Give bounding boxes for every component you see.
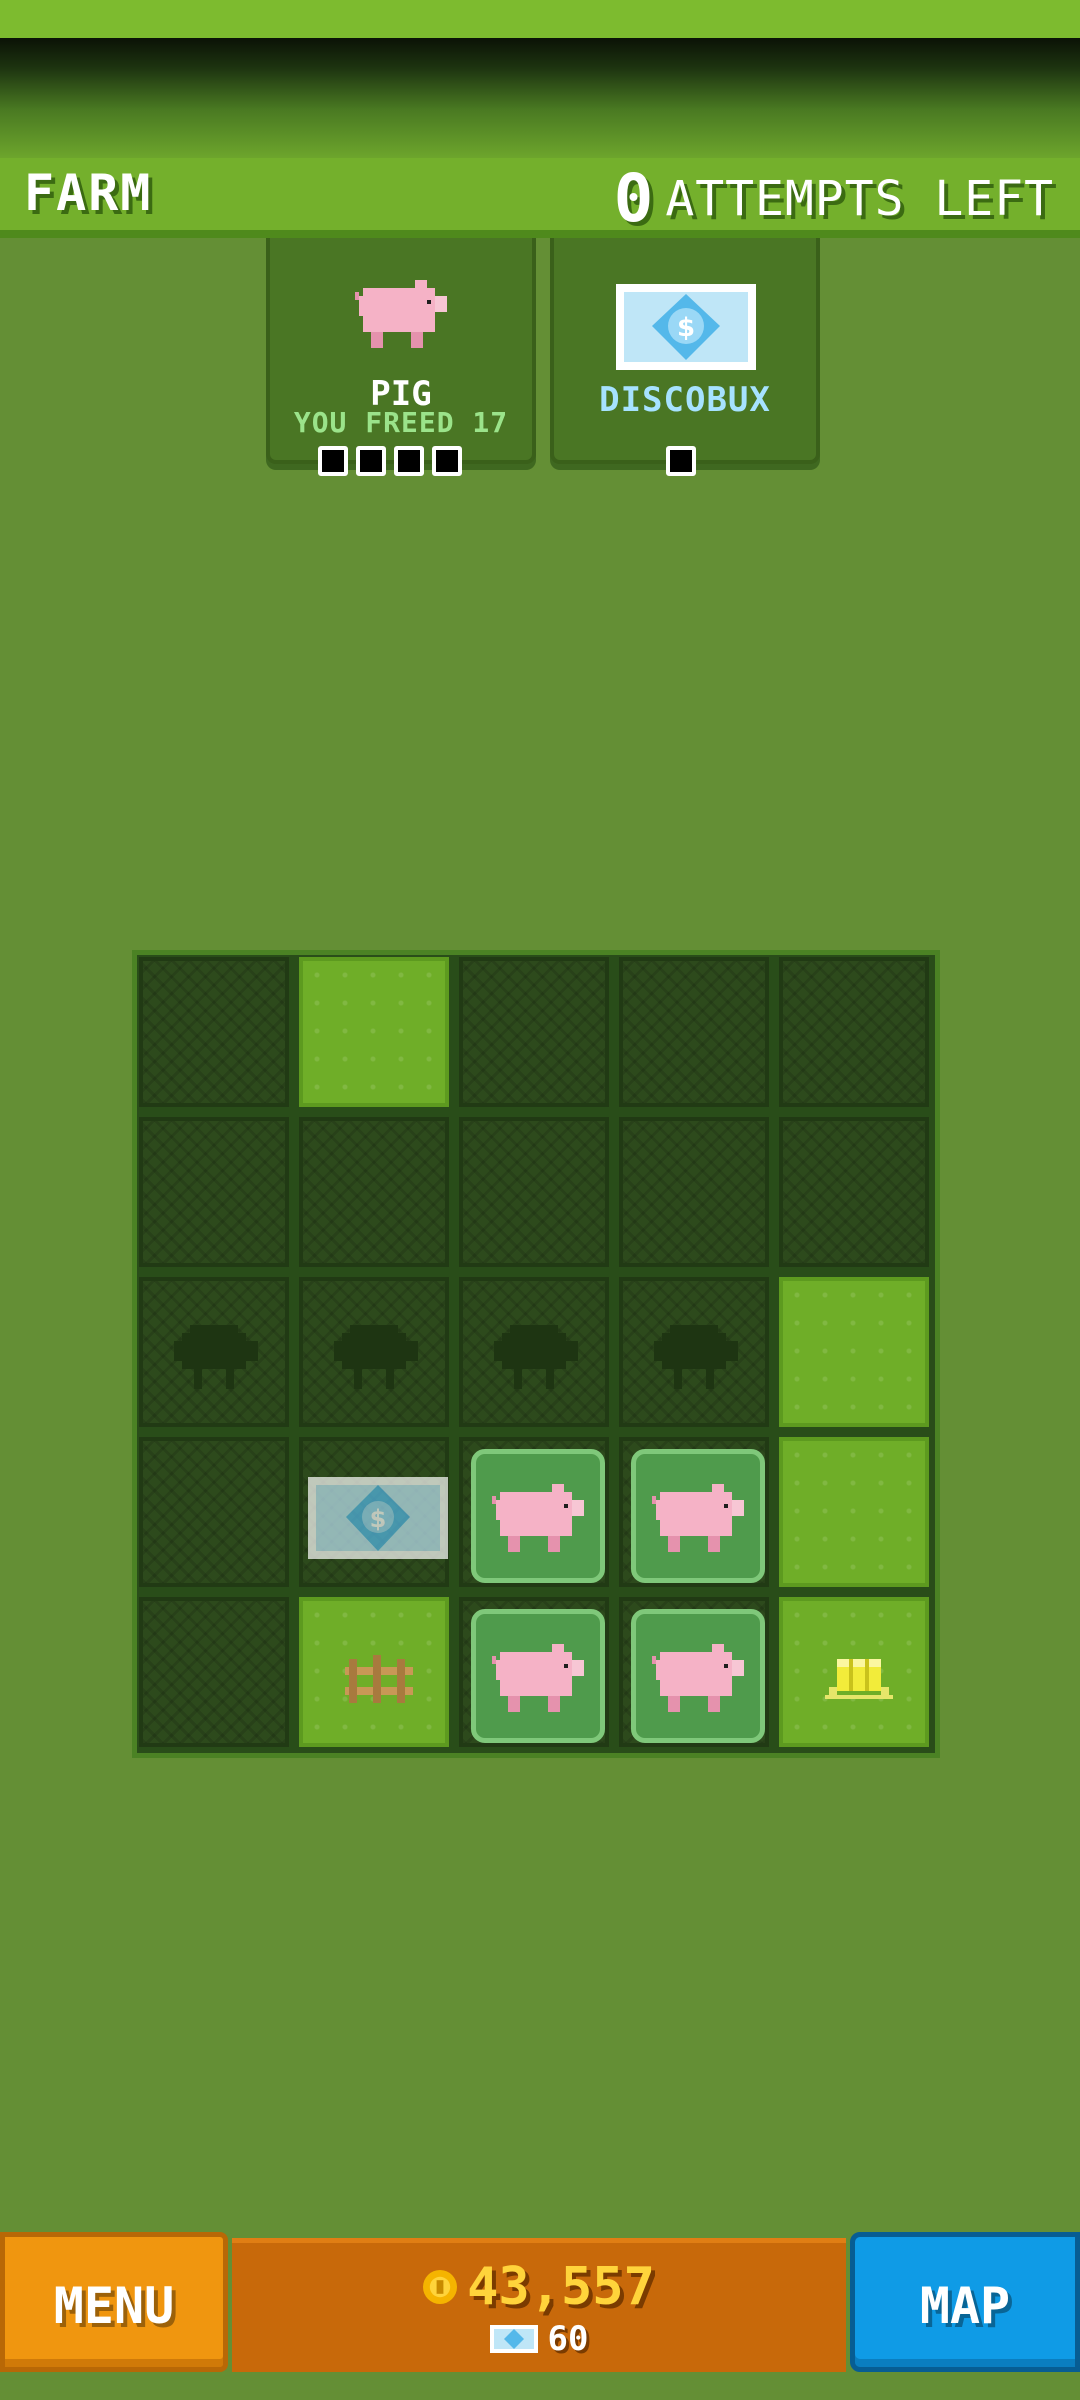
goal-pip [394, 446, 424, 476]
discobux-balance: 60 [232, 2319, 846, 2359]
grid-cell-pig[interactable] [459, 1597, 609, 1747]
grid-cell-fence[interactable] [299, 1597, 449, 1747]
svg-text:$: $ [370, 1505, 387, 1533]
attempts-counter: 0 ATTEMPTS LEFT [614, 160, 1054, 237]
fence-icon [345, 1655, 413, 1703]
grid-cell-pig[interactable] [619, 1437, 769, 1587]
sheep-silhouette-icon [654, 1325, 738, 1389]
pig-icon [652, 1644, 744, 1712]
goal-pips-pig [318, 446, 462, 476]
hay-bale-icon [825, 1659, 893, 1699]
grid-cell-empty[interactable] [139, 1437, 289, 1587]
discobux-icon: $ [616, 284, 756, 370]
map-button-label: MAP [919, 2277, 1011, 2335]
pig-icon [492, 1644, 584, 1712]
discobux-count: 60 [547, 2319, 589, 2359]
grid-cell-empty[interactable] [619, 957, 769, 1107]
grid-cell-empty[interactable] [779, 1117, 929, 1267]
attempts-label: ATTEMPTS LEFT [665, 170, 1054, 227]
grid-cell-pig[interactable] [619, 1597, 769, 1747]
game-board: $ [132, 950, 940, 1758]
pig-icon [652, 1484, 744, 1552]
menu-button[interactable]: MENU [0, 2232, 228, 2372]
top-banner [0, 38, 1080, 158]
coin-balance: 43,557 [232, 2257, 846, 2317]
grid-cell-empty[interactable] [139, 1117, 289, 1267]
goal-pips-discobux [666, 446, 696, 476]
grid-cell-hay[interactable] [779, 1597, 929, 1747]
goal-name-discobux: DISCOBUX [599, 380, 771, 420]
grid-cell-empty[interactable] [459, 957, 609, 1107]
goal-pip [432, 446, 462, 476]
pig-icon [492, 1484, 584, 1552]
goal-pip [666, 446, 696, 476]
goal-card-discobux: $ DISCOBUX [550, 238, 820, 464]
status-strip [0, 0, 1080, 38]
grid-cell-empty[interactable] [139, 1597, 289, 1747]
goal-pip [318, 446, 348, 476]
grid-cell-sheep[interactable] [139, 1277, 289, 1427]
grid-cell-grass[interactable] [779, 1437, 929, 1587]
attempts-count: 0 [613, 160, 654, 237]
grid-cell-grass[interactable] [779, 1277, 929, 1427]
goal-card-pig: PIG YOU FREED 17 [266, 238, 536, 464]
discobux-icon: $ [308, 1477, 448, 1559]
goal-freed-count: YOU FREED 17 [293, 406, 509, 439]
grid-cell-empty[interactable] [779, 957, 929, 1107]
map-button[interactable]: MAP [850, 2232, 1080, 2372]
grid-cell-discobux[interactable]: $ [299, 1437, 449, 1587]
grid-cell-sheep[interactable] [619, 1277, 769, 1427]
coin-icon [423, 2270, 458, 2304]
menu-button-label: MENU [53, 2277, 175, 2335]
grid-cell-pig[interactable] [459, 1437, 609, 1587]
grid-cell-empty[interactable] [299, 1117, 449, 1267]
svg-text:$: $ [677, 313, 695, 343]
grid-cell-grass[interactable] [299, 957, 449, 1107]
sheep-silhouette-icon [174, 1325, 258, 1389]
coin-count: 43,557 [467, 2257, 655, 2317]
discobux-icon [489, 2325, 538, 2353]
sheep-silhouette-icon [494, 1325, 578, 1389]
grid-cell-sheep[interactable] [299, 1277, 449, 1427]
goal-pip [356, 446, 386, 476]
level-title: FARM [24, 164, 153, 222]
grid-cell-empty[interactable] [139, 957, 289, 1107]
pig-icon [355, 280, 447, 348]
currency-panel: 43,557 60 [232, 2238, 846, 2372]
grid-cell-sheep[interactable] [459, 1277, 609, 1427]
grid-cell-empty[interactable] [459, 1117, 609, 1267]
grid-cell-empty[interactable] [619, 1117, 769, 1267]
sheep-silhouette-icon [334, 1325, 418, 1389]
